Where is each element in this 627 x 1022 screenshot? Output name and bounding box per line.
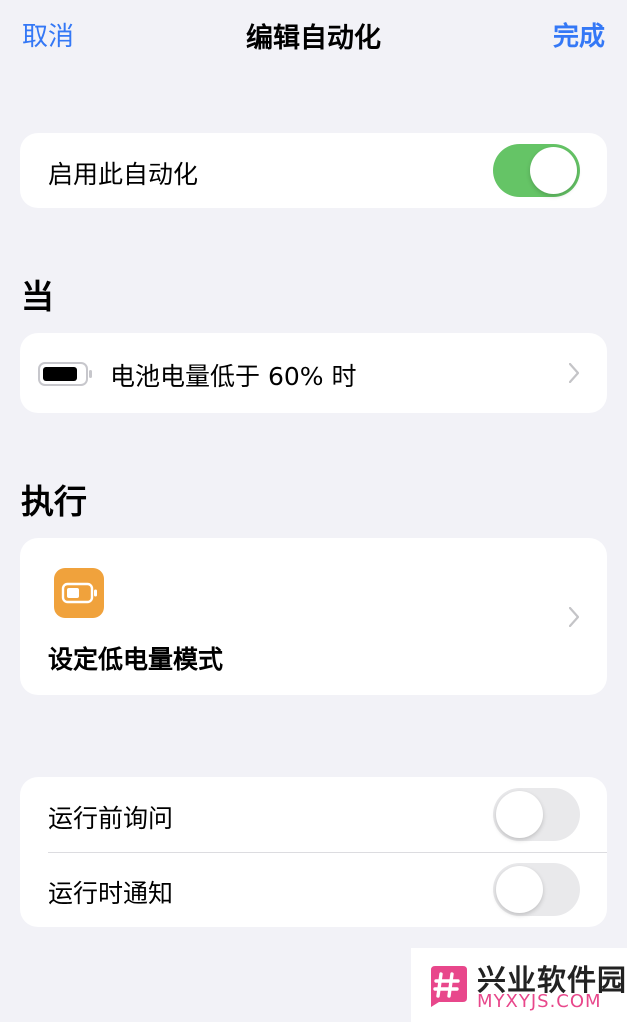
enable-automation-card: 启用此自动化 — [20, 133, 607, 208]
notify-when-run-label: 运行时通知 — [48, 879, 174, 908]
notify-when-run-toggle[interactable] — [493, 863, 580, 916]
toggle-knob — [496, 866, 543, 913]
watermark-domain: MYXYJS.COM — [477, 991, 602, 1012]
toggle-knob — [496, 791, 543, 838]
action-row[interactable]: 设定低电量模式 — [20, 538, 607, 695]
options-card: 运行前询问 运行时通知 — [20, 777, 607, 927]
toggle-knob — [530, 147, 577, 194]
action-label: 设定低电量模式 — [48, 645, 224, 674]
page-title: 编辑自动化 — [246, 23, 381, 54]
battery-icon — [38, 361, 94, 391]
ask-before-running-toggle[interactable] — [493, 788, 580, 841]
site-logo-icon — [425, 964, 469, 1008]
low-power-mode-icon — [54, 568, 104, 622]
enable-automation-toggle[interactable] — [493, 144, 580, 197]
trigger-label: 电池电量低于 60% 时 — [110, 362, 357, 391]
enable-automation-label: 启用此自动化 — [48, 160, 199, 189]
when-section-header: 当 — [21, 277, 54, 316]
navigation-bar: 取消 编辑自动化 完成 — [0, 0, 627, 70]
chevron-right-icon — [569, 607, 579, 627]
done-button[interactable]: 完成 — [553, 16, 605, 53]
do-section-header: 执行 — [21, 482, 87, 521]
ask-before-running-label: 运行前询问 — [48, 804, 174, 833]
row-divider — [48, 852, 607, 853]
trigger-row[interactable]: 电池电量低于 60% 时 — [20, 333, 607, 413]
watermark: 兴业软件园 MYXYJS.COM — [411, 948, 627, 1022]
chevron-right-icon — [569, 363, 579, 383]
